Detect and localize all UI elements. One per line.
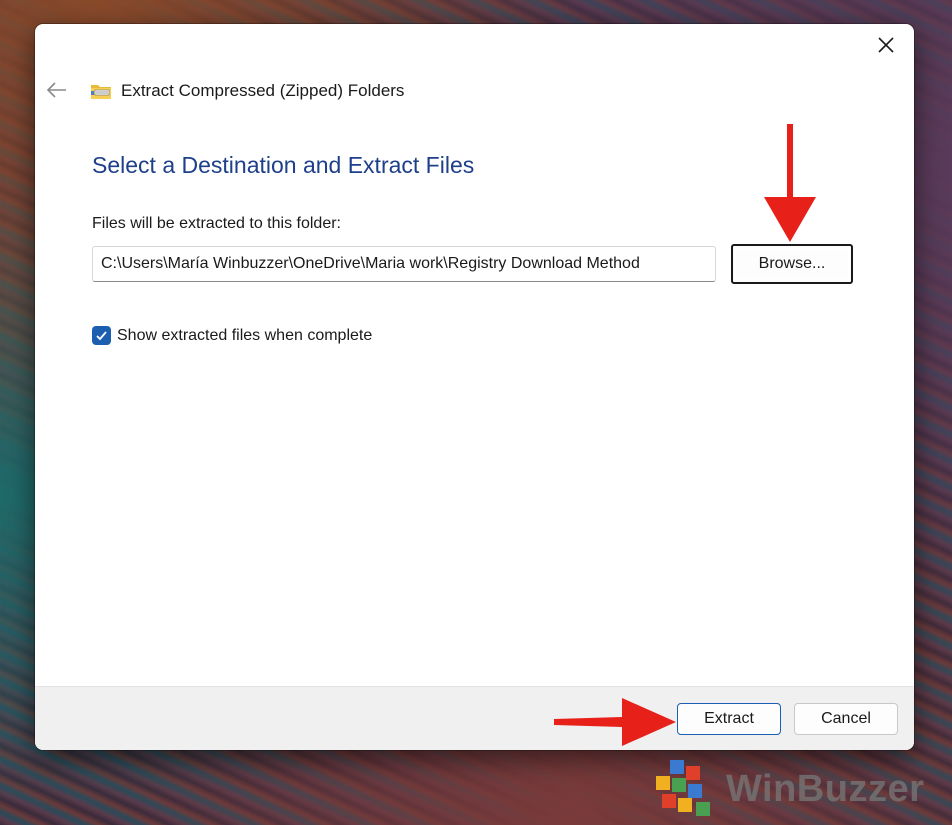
extract-button[interactable]: Extract <box>677 703 781 735</box>
show-files-option: Show extracted files when complete <box>92 326 372 345</box>
watermark-text: WinBuzzer <box>726 767 925 810</box>
cancel-button[interactable]: Cancel <box>794 703 898 735</box>
show-files-checkbox[interactable] <box>92 326 111 345</box>
dialog-footer: Extract Cancel <box>35 686 914 750</box>
show-files-checkbox-label[interactable]: Show extracted files when complete <box>117 327 372 345</box>
extract-dialog: Extract Compressed (Zipped) Folders Sele… <box>35 24 914 750</box>
page-heading: Select a Destination and Extract Files <box>92 152 475 178</box>
browse-button[interactable]: Browse... <box>731 244 853 284</box>
close-button[interactable] <box>868 30 904 60</box>
dialog-title: Extract Compressed (Zipped) Folders <box>121 81 405 100</box>
back-button[interactable] <box>43 76 71 104</box>
winbuzzer-logo-icon <box>656 760 710 816</box>
close-icon <box>878 37 894 53</box>
title-bar: Extract Compressed (Zipped) Folders <box>90 78 404 104</box>
checkmark-icon <box>96 331 107 341</box>
zip-folder-icon <box>91 85 111 99</box>
destination-label: Files will be extracted to this folder: <box>92 215 341 232</box>
destination-path-input[interactable] <box>92 246 716 282</box>
back-arrow-icon <box>47 82 66 98</box>
winbuzzer-watermark: WinBuzzer <box>648 758 924 820</box>
